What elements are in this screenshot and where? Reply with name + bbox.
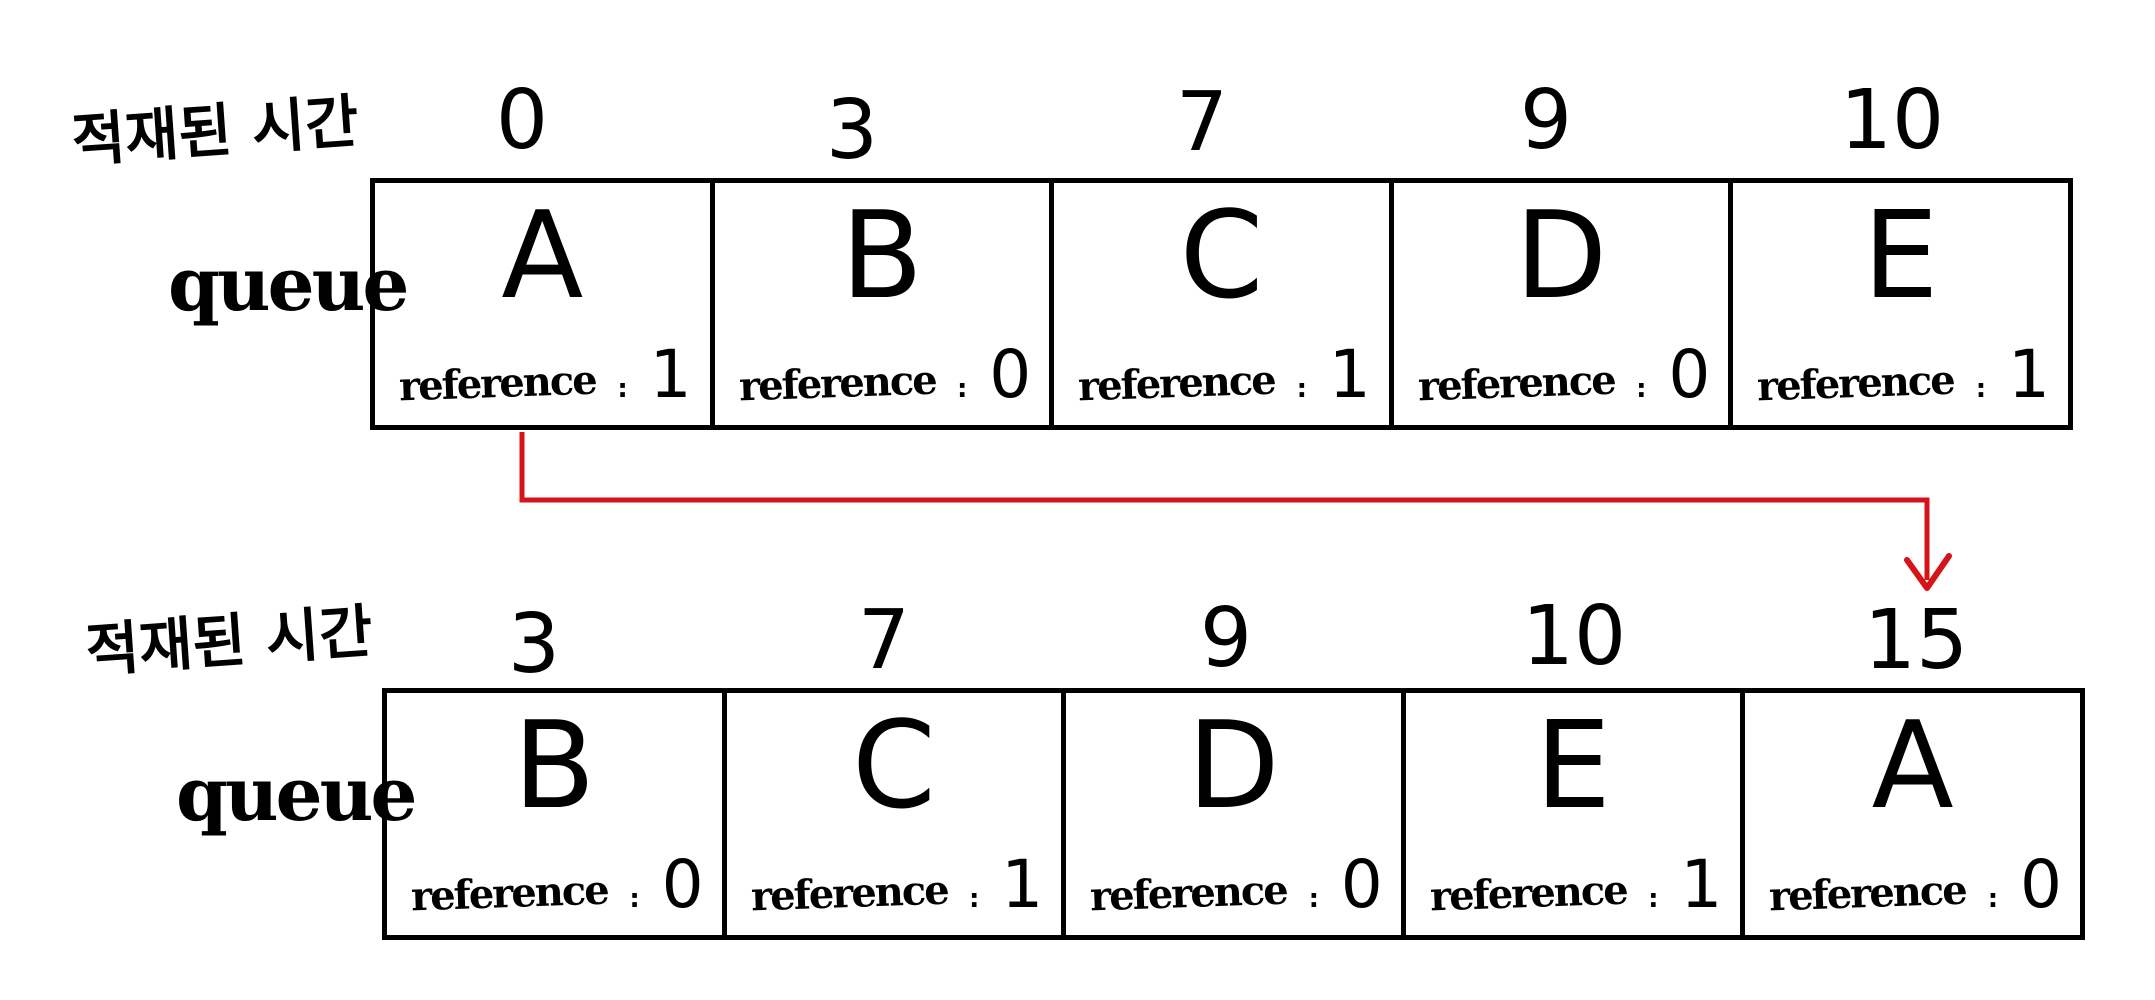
reference-separator: :: [1987, 884, 1999, 914]
reference-row: reference : 1: [1077, 336, 1371, 413]
reference-row: reference : 0: [1769, 846, 2062, 923]
reference-value: 1: [649, 336, 692, 413]
queue-cell: E reference : 1: [1733, 183, 2068, 425]
reference-value: 1: [2007, 336, 2050, 413]
reference-label: reference: [737, 356, 936, 411]
tick-before-1: 3: [825, 83, 879, 178]
page-letter: E: [1862, 187, 1939, 326]
tick-after-3: 10: [1521, 589, 1627, 684]
reference-label: reference: [749, 866, 948, 921]
queue-cell: C reference : 1: [1054, 183, 1394, 425]
page-letter: A: [501, 187, 584, 326]
time-label-after: 적재된 시간: [83, 597, 375, 685]
queue-cell: D reference : 0: [1394, 183, 1734, 425]
reference-value: 0: [1340, 846, 1383, 923]
page-letter: E: [1535, 697, 1611, 836]
page-letter: B: [840, 187, 924, 326]
queue-cell: A reference : 0: [1745, 693, 2080, 935]
reference-label: reference: [410, 866, 609, 921]
reference-separator: :: [1648, 884, 1659, 914]
tick-before-0: 0: [495, 73, 549, 168]
reference-separator: :: [629, 884, 640, 914]
page-letter: C: [1179, 187, 1264, 326]
reference-separator: :: [968, 884, 980, 914]
queue-before: A reference : 1 B reference : 0 C refere…: [370, 178, 2073, 430]
reference-value: 0: [2019, 846, 2062, 923]
reference-label: reference: [1429, 866, 1628, 921]
reference-row: reference : 0: [410, 846, 704, 923]
queue-label-after: queue: [176, 752, 418, 838]
queue-cell: B reference : 0: [715, 183, 1055, 425]
reference-separator: :: [1308, 884, 1319, 914]
reference-separator: :: [617, 374, 628, 404]
reference-label: reference: [398, 356, 597, 411]
page-letter: D: [1514, 187, 1608, 326]
reference-row: reference : 1: [1429, 846, 1723, 923]
reference-value: 1: [1001, 846, 1044, 923]
tick-after-0: 3: [507, 597, 561, 692]
time-label-before: 적재된 시간: [69, 87, 361, 175]
tick-after-2: 9: [1199, 591, 1253, 686]
reference-separator: :: [1296, 374, 1307, 404]
reference-separator: :: [1636, 374, 1647, 404]
queue-cell: E reference : 1: [1406, 693, 1746, 935]
page-letter: A: [1871, 697, 1954, 836]
tick-before-3: 9: [1519, 73, 1573, 168]
arrow-down-icon: [1904, 553, 1952, 591]
queue-cell: C reference : 1: [727, 693, 1067, 935]
reference-row: reference : 1: [749, 846, 1044, 923]
reference-row: reference : 0: [1089, 846, 1383, 923]
tick-after-4: 15: [1863, 593, 1969, 688]
tick-after-1: 7: [857, 593, 911, 688]
queue-cell: A reference : 1: [375, 183, 715, 425]
tick-before-4: 10: [1839, 73, 1945, 168]
reference-row: reference : 0: [737, 336, 1032, 413]
reference-separator: :: [1975, 374, 1987, 404]
reference-label: reference: [1089, 866, 1288, 921]
reference-value: 0: [661, 846, 704, 923]
reference-value: 1: [1328, 336, 1371, 413]
reference-label: reference: [1768, 866, 1967, 921]
reference-value: 1: [1680, 846, 1723, 923]
queue-after: B reference : 0 C reference : 1 D refere…: [382, 688, 2085, 940]
reference-separator: :: [956, 374, 968, 404]
reference-value: 0: [989, 336, 1032, 413]
page-letter: D: [1187, 697, 1280, 836]
queue-cell: D reference : 0: [1066, 693, 1406, 935]
reference-label: reference: [1756, 356, 1955, 411]
reference-label: reference: [1417, 356, 1616, 411]
reference-row: reference : 1: [398, 336, 692, 413]
page-letter: C: [851, 697, 936, 836]
reference-row: reference : 1: [1757, 336, 2050, 413]
page-letter: B: [513, 697, 596, 836]
reference-row: reference : 0: [1417, 336, 1711, 413]
tick-before-2: 7: [1175, 75, 1229, 170]
reference-value: 0: [1668, 336, 1711, 413]
reference-label: reference: [1077, 356, 1276, 411]
arrow-path: [519, 432, 1930, 580]
queue-cell: B reference : 0: [387, 693, 727, 935]
